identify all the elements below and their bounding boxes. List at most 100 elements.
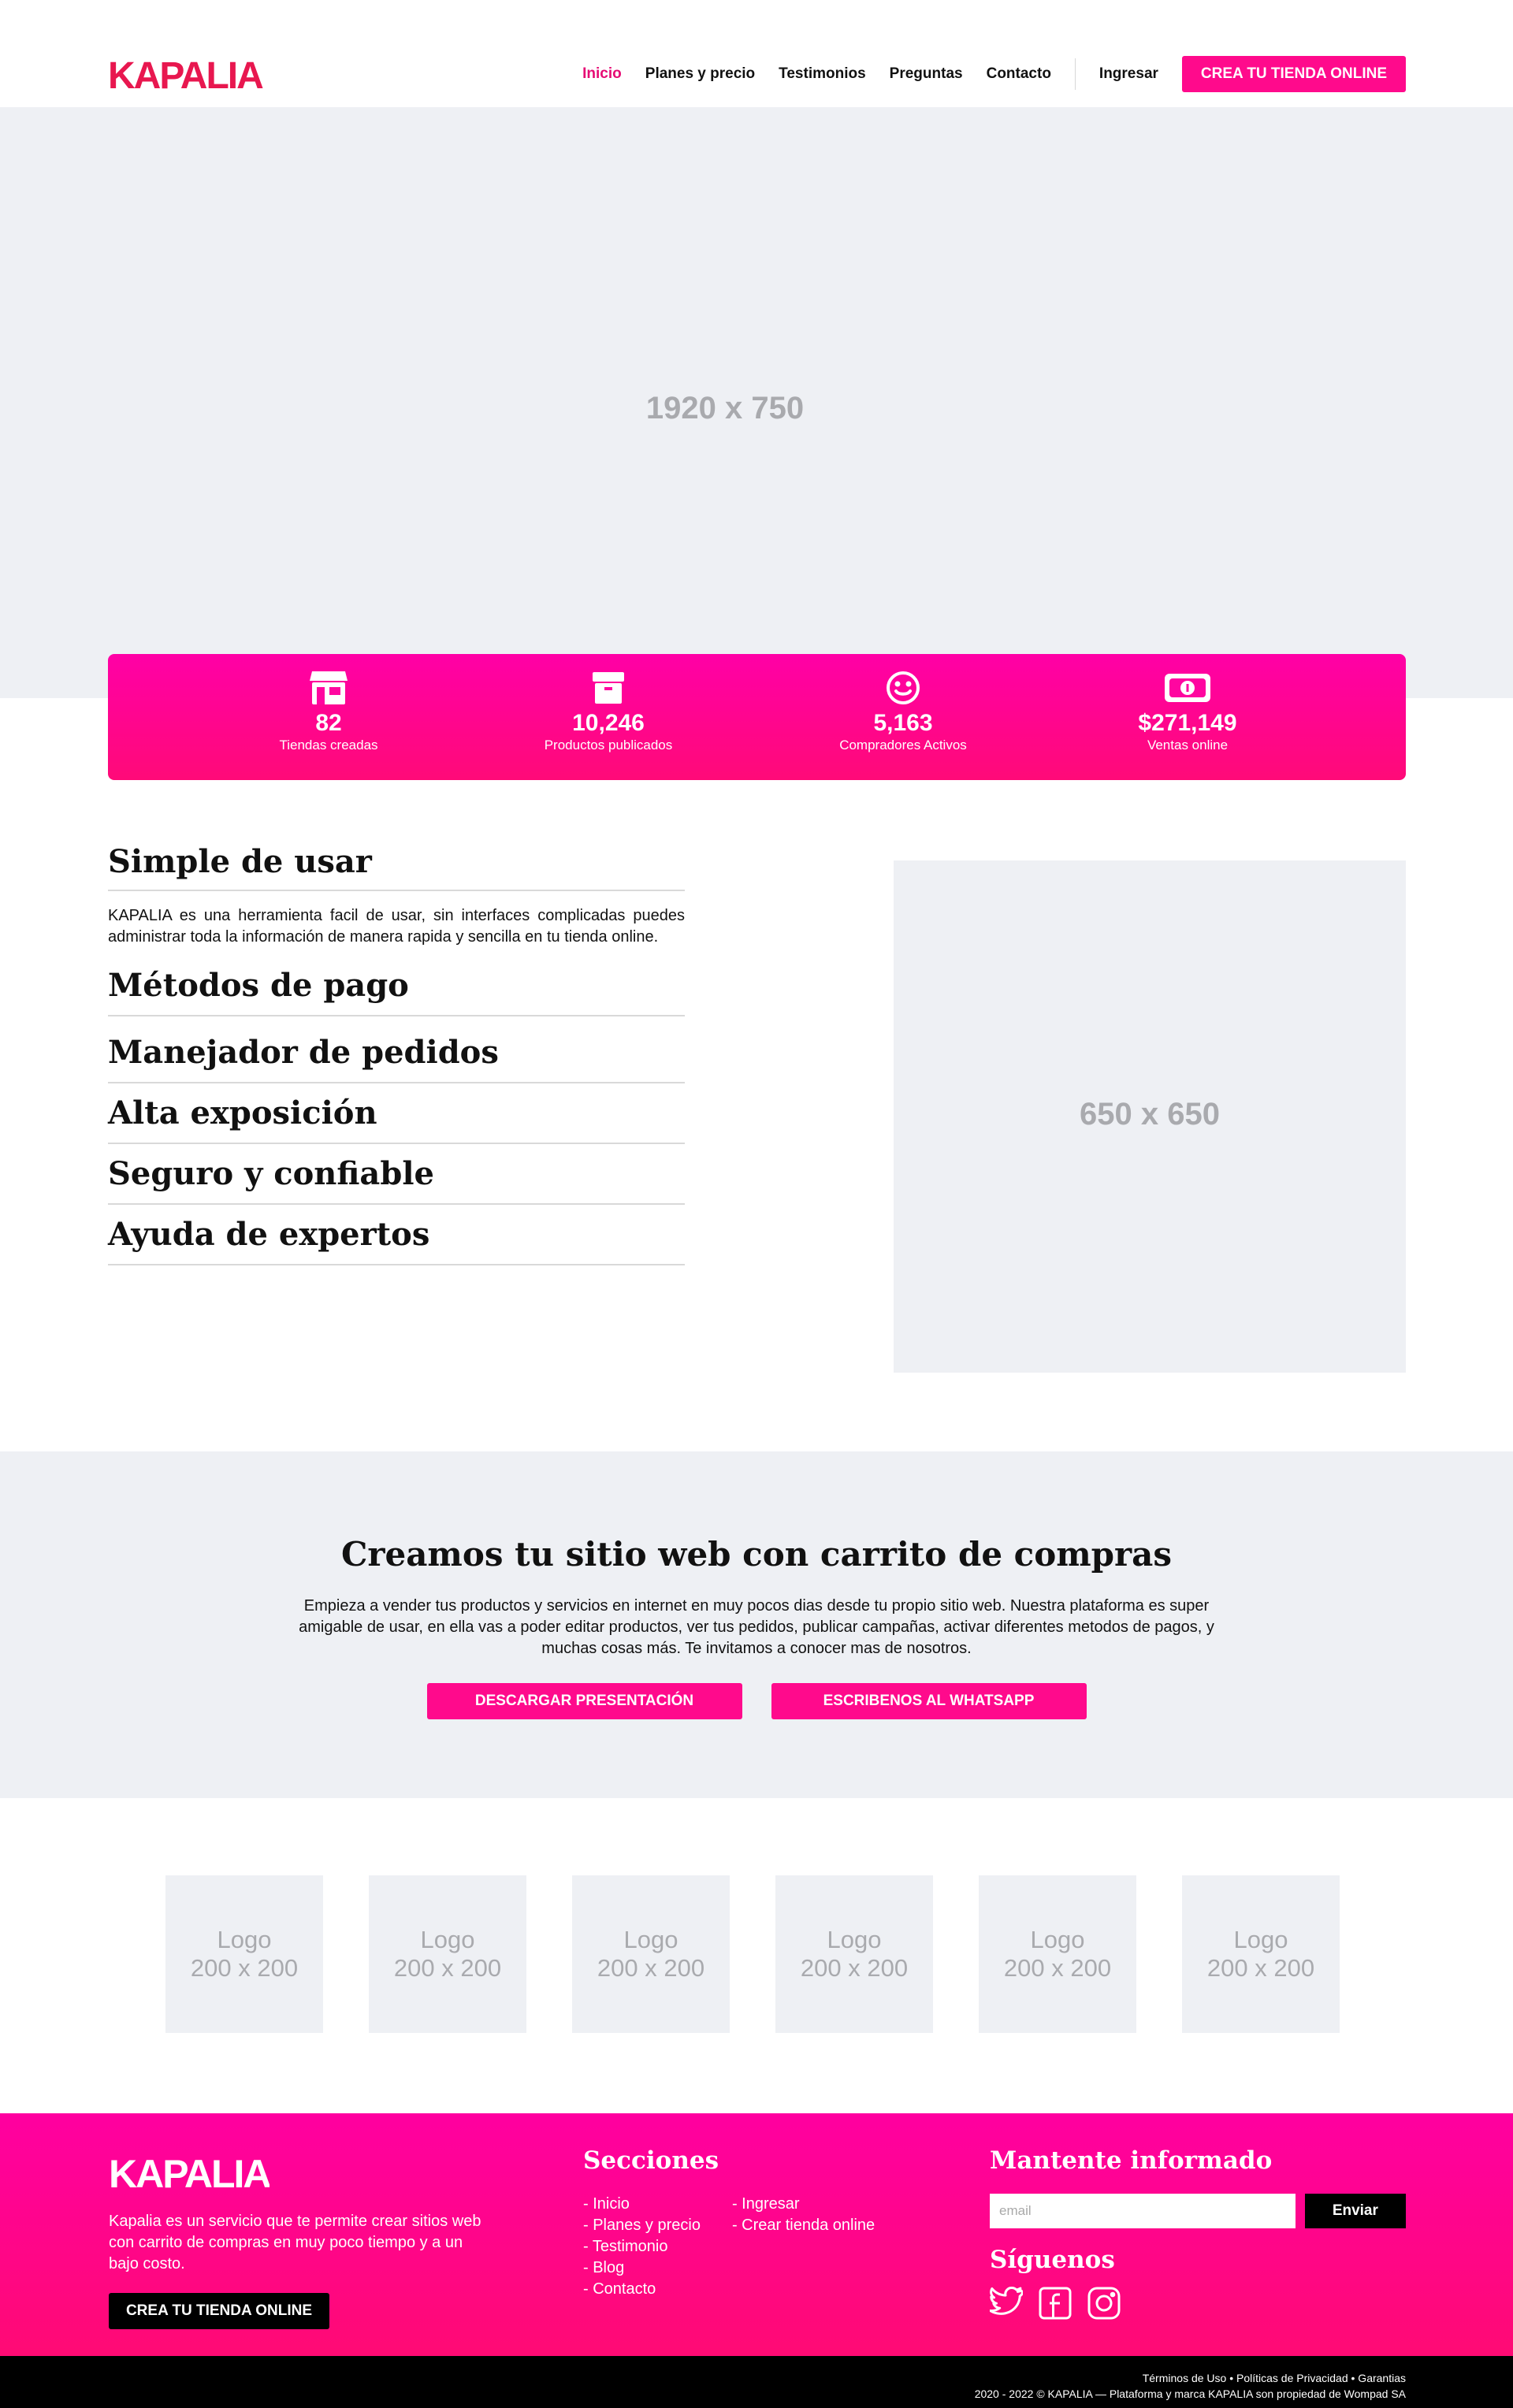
site-footer: KAPALIA Kapalia es un servicio que te pe… bbox=[0, 2113, 1513, 2356]
footer-link-testimonio[interactable]: - Testimonio bbox=[583, 2236, 701, 2258]
logo-label: Logo bbox=[623, 1926, 678, 1953]
stats-bar: 82 Tiendas creadas 10,246 Productos publ… bbox=[108, 654, 1406, 780]
footer-link-blog[interactable]: - Blog bbox=[583, 2258, 701, 2279]
logo-size: 200 x 200 bbox=[190, 1954, 299, 1982]
nav-item-testimonios[interactable]: Testimonios bbox=[779, 65, 866, 83]
footer-create-store-button[interactable]: CREA TU TIENDA ONLINE bbox=[109, 2293, 329, 2329]
stat-stores: 82 Tiendas creadas bbox=[226, 670, 431, 753]
feature-title[interactable]: Simple de usar bbox=[108, 843, 685, 880]
sections-title: Secciones bbox=[583, 2146, 719, 2175]
stat-buyers: 5,163 Compradores Activos bbox=[801, 670, 1006, 753]
sections-col-1: - Inicio - Planes y precio - Testimonio … bbox=[583, 2194, 701, 2300]
logo-placeholder: Logo 200 x 200 bbox=[369, 1875, 526, 2033]
instagram-icon[interactable] bbox=[1087, 2287, 1121, 2320]
logo-label: Logo bbox=[420, 1926, 475, 1953]
footer-link-ingresar[interactable]: - Ingresar bbox=[732, 2194, 875, 2215]
download-presentation-button[interactable]: DESCARGAR PRESENTACIÓN bbox=[426, 1683, 742, 1719]
legal-links[interactable]: Términos de Uso • Políticas de Privacida… bbox=[0, 2370, 1406, 2386]
band-title: Creamos tu sitio web con carrito de comp… bbox=[340, 1535, 1173, 1574]
create-store-button[interactable]: CREA TU TIENDA ONLINE bbox=[1181, 56, 1406, 92]
follow-title: Síguenos bbox=[990, 2246, 1115, 2274]
nav-item-contacto[interactable]: Contacto bbox=[987, 65, 1051, 83]
site-header: KAPALIA Inicio Planes y precio Testimoni… bbox=[0, 0, 1513, 107]
stat-value: 82 bbox=[315, 710, 342, 736]
footer-newsletter: Mantente informado email Enviar Síguenos bbox=[990, 2146, 1406, 2320]
feature-item[interactable]: Ayuda de expertos bbox=[108, 1205, 685, 1265]
social-links bbox=[990, 2287, 1406, 2320]
nav-item-inicio[interactable]: Inicio bbox=[582, 65, 622, 83]
feature-image: 650 x 650 bbox=[894, 860, 1406, 1373]
logo-size: 200 x 200 bbox=[1206, 1954, 1315, 1982]
whatsapp-button[interactable]: ESCRIBENOS AL WHATSAPP bbox=[771, 1683, 1087, 1719]
store-icon bbox=[226, 670, 431, 706]
logo-label: Logo bbox=[1030, 1926, 1085, 1953]
login-link[interactable]: Ingresar bbox=[1099, 65, 1158, 83]
hero-banner: 1920 x 750 bbox=[0, 107, 1513, 698]
stat-products: 10,246 Productos publicados bbox=[506, 670, 711, 753]
main-nav: Inicio Planes y precio Testimonios Pregu… bbox=[559, 55, 1406, 93]
stat-value: 5,163 bbox=[873, 710, 933, 736]
footer-link-contacto[interactable]: - Contacto bbox=[583, 2279, 701, 2300]
stat-value: $271,149 bbox=[1138, 710, 1237, 736]
smile-icon bbox=[801, 670, 1006, 706]
stat-label: Ventas online bbox=[1147, 738, 1229, 752]
nav-item-planes[interactable]: Planes y precio bbox=[645, 65, 755, 83]
newsletter-title: Mantente informado bbox=[990, 2146, 1273, 2175]
sections-col-2: - Ingresar - Crear tienda online bbox=[732, 2194, 875, 2300]
feature-text: KAPALIA es una herramienta facil de usar… bbox=[108, 907, 685, 946]
features-accordion: Simple de usar KAPALIA es una herramient… bbox=[108, 843, 685, 1265]
footer-link-inicio[interactable]: - Inicio bbox=[583, 2194, 701, 2215]
stat-label: Compradores Activos bbox=[839, 738, 967, 752]
feature-title[interactable]: Alta exposición bbox=[108, 1094, 685, 1132]
feature-item[interactable]: Métodos de pago bbox=[108, 967, 685, 1016]
feature-title[interactable]: Ayuda de expertos bbox=[108, 1216, 685, 1253]
footer-link-planes[interactable]: - Planes y precio bbox=[583, 2215, 701, 2236]
footer-link-crear-tienda[interactable]: - Crear tienda online bbox=[732, 2215, 875, 2236]
feature-item[interactable]: Manejador de pedidos bbox=[108, 1016, 685, 1083]
newsletter-form: email Enviar bbox=[990, 2194, 1406, 2228]
band-buttons: DESCARGAR PRESENTACIÓN ESCRIBENOS AL WHA… bbox=[0, 1683, 1513, 1719]
bottom-bar: Términos de Uso • Políticas de Privacida… bbox=[0, 2356, 1513, 2408]
footer-description: Kapalia es un servicio que te permite cr… bbox=[109, 2213, 481, 2272]
copyright-text: 2020 - 2022 © KAPALIA — Plataforma y mar… bbox=[974, 2388, 1406, 2400]
logo-size: 200 x 200 bbox=[393, 1954, 502, 1982]
logo-size: 200 x 200 bbox=[800, 1954, 909, 1982]
twitter-icon[interactable] bbox=[990, 2287, 1023, 2317]
feature-item[interactable]: Simple de usar bbox=[108, 843, 685, 891]
logo-wordmark: KAPALIA bbox=[108, 57, 263, 91]
box-icon bbox=[506, 670, 711, 706]
logo-placeholder: Logo 200 x 200 bbox=[572, 1875, 730, 2033]
send-button[interactable]: Enviar bbox=[1304, 2194, 1406, 2228]
logo-label: Logo bbox=[827, 1926, 882, 1953]
logo-label: Logo bbox=[217, 1926, 272, 1953]
nav-item-preguntas[interactable]: Preguntas bbox=[890, 65, 963, 83]
logo-placeholder: Logo 200 x 200 bbox=[979, 1875, 1136, 2033]
footer-sections: Secciones - Inicio - Planes y precio - T… bbox=[583, 2146, 875, 2300]
kapalia-logo[interactable]: KAPALIA bbox=[108, 57, 266, 91]
email-input[interactable]: email bbox=[990, 2194, 1296, 2228]
logo-size: 200 x 200 bbox=[597, 1954, 705, 1982]
stat-label: Productos publicados bbox=[544, 738, 673, 752]
stat-value: 10,246 bbox=[572, 710, 645, 736]
feature-item[interactable]: Alta exposición bbox=[108, 1083, 685, 1144]
feature-item[interactable]: Seguro y confiable bbox=[108, 1144, 685, 1205]
logo-placeholder: Logo 200 x 200 bbox=[165, 1875, 323, 2033]
client-logos: Logo 200 x 200 Logo 200 x 200 Logo 200 x… bbox=[165, 1875, 1340, 2033]
feature-title[interactable]: Seguro y confiable bbox=[108, 1155, 685, 1192]
feature-image-placeholder-text: 650 x 650 bbox=[1080, 1097, 1220, 1132]
nav-divider bbox=[1074, 58, 1076, 90]
footer-logo-wordmark: KAPALIA bbox=[109, 2154, 270, 2191]
feature-title[interactable]: Métodos de pago bbox=[108, 967, 685, 1004]
stat-sales: $271,149 Ventas online bbox=[1085, 670, 1290, 753]
feature-body: KAPALIA es una herramienta facil de usar… bbox=[108, 891, 685, 967]
sections-columns: - Inicio - Planes y precio - Testimonio … bbox=[583, 2194, 875, 2300]
logo-placeholder: Logo 200 x 200 bbox=[1182, 1875, 1340, 2033]
cta-band: Creamos tu sitio web con carrito de comp… bbox=[0, 1451, 1513, 1798]
stat-label: Tiendas creadas bbox=[279, 738, 378, 752]
facebook-icon[interactable] bbox=[1039, 2287, 1072, 2320]
band-text: Empieza a vender tus productos y servici… bbox=[299, 1597, 1214, 1657]
footer-logo[interactable]: KAPALIA bbox=[109, 2154, 270, 2191]
hero-placeholder-text: 1920 x 750 bbox=[645, 391, 805, 425]
feature-title[interactable]: Manejador de pedidos bbox=[108, 1034, 685, 1071]
logo-size: 200 x 200 bbox=[1003, 1954, 1112, 1982]
